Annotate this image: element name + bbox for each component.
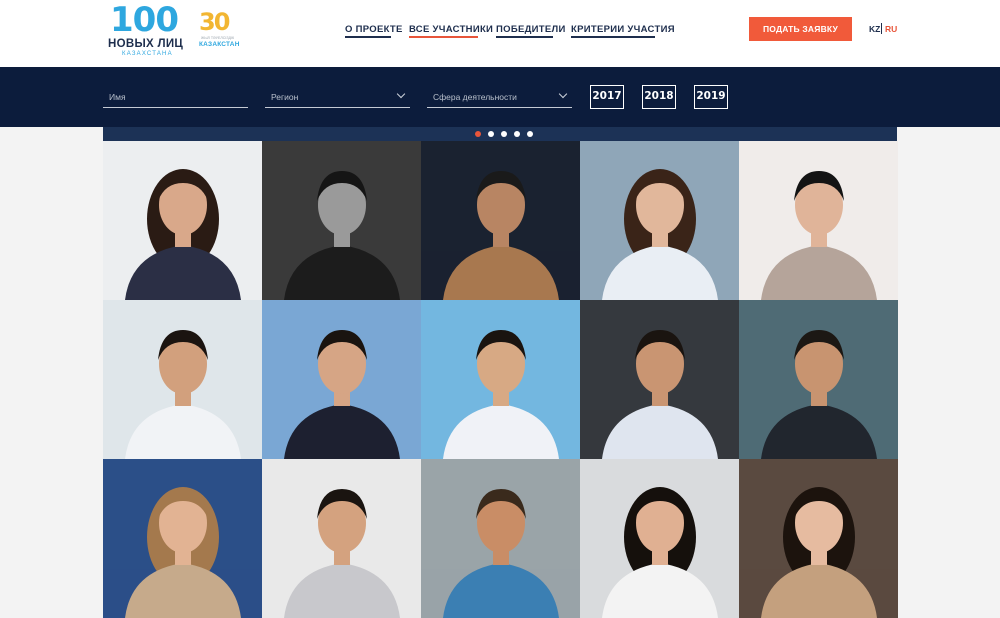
participant-portrait (262, 300, 421, 459)
nav-all-participants-underline (409, 36, 478, 38)
participant-photo-card[interactable] (262, 300, 421, 459)
chevron-down-icon (396, 89, 406, 99)
participant-portrait (103, 459, 262, 618)
participant-portrait (739, 141, 898, 300)
participant-photo-card[interactable] (262, 141, 421, 300)
participant-photo-card[interactable] (421, 300, 580, 459)
participant-photo-card[interactable] (580, 459, 739, 618)
name-filter-placeholder: Имя (109, 92, 126, 102)
participant-photo-card[interactable] (739, 141, 898, 300)
region-filter-select[interactable]: Регион (265, 88, 410, 108)
participant-portrait (421, 141, 580, 300)
nav-winners-underline (496, 36, 553, 38)
participant-photo-card[interactable] (103, 459, 262, 618)
slider-dot-2[interactable] (488, 131, 494, 137)
nav-about-underline (345, 36, 391, 38)
participant-portrait (580, 459, 739, 618)
lang-ru-link[interactable]: RU (885, 24, 897, 34)
lang-divider (881, 23, 882, 34)
logo-number: 100 (110, 0, 179, 40)
slider-dot-5[interactable] (527, 131, 533, 137)
participant-photo-card[interactable] (739, 300, 898, 459)
participant-portrait (739, 459, 898, 618)
apply-button[interactable]: ПОДАТЬ ЗАЯВКУ (749, 17, 852, 41)
participant-portrait (580, 141, 739, 300)
logo-100-new-faces[interactable]: 100 НОВЫХ ЛИЦ КАЗАХСТАНА (108, 0, 188, 58)
slider-dot-1[interactable] (475, 131, 481, 137)
lang-kz-link[interactable]: KZ (869, 24, 880, 34)
participant-photo-card[interactable] (580, 300, 739, 459)
participant-portrait (421, 459, 580, 618)
logo-title: НОВЫХ ЛИЦ (108, 38, 184, 50)
slider-dot-4[interactable] (514, 131, 520, 137)
logo-subtitle: КАЗАХСТАНА (122, 51, 173, 57)
participant-portrait (739, 300, 898, 459)
participant-portrait (103, 300, 262, 459)
participant-photo-card[interactable] (103, 141, 262, 300)
participant-photo-card[interactable] (580, 141, 739, 300)
badge-tagline: ЖЫЛ ТӘУЕЛСІЗДІК (201, 36, 235, 40)
name-filter-input[interactable]: Имя (103, 88, 248, 108)
slider-dot-3[interactable] (501, 131, 507, 137)
independence-30-badge: 30 ЖЫЛ ТӘУЕЛСІЗДІК КАЗАКСТАН (197, 8, 240, 52)
participant-portrait (262, 459, 421, 618)
nav-winners[interactable]: ПОБЕДИТЕЛИ (496, 24, 566, 35)
filter-bar: Имя Регион Сфера деятельности 2017 2018 … (0, 67, 1000, 127)
slider-strip (103, 127, 897, 141)
chevron-down-icon (558, 89, 568, 99)
participant-photo-card[interactable] (262, 459, 421, 618)
year-2019-button[interactable]: 2019 (694, 85, 728, 109)
participant-photo-card[interactable] (103, 300, 262, 459)
badge-country: КАЗАКСТАН (199, 41, 240, 48)
nav-about[interactable]: О ПРОЕКТЕ (345, 24, 403, 35)
participant-portrait (262, 141, 421, 300)
participant-photo-card[interactable] (739, 459, 898, 618)
sphere-filter-select[interactable]: Сфера деятельности (427, 88, 572, 108)
participant-portrait (421, 300, 580, 459)
year-2018-button[interactable]: 2018 (642, 85, 676, 109)
participant-portrait (580, 300, 739, 459)
participant-photo-card[interactable] (421, 459, 580, 618)
site-header: 100 НОВЫХ ЛИЦ КАЗАХСТАНА 30 ЖЫЛ ТӘУЕЛСІЗ… (0, 0, 1000, 67)
nav-criteria[interactable]: КРИТЕРИИ УЧАСТИЯ (571, 24, 675, 35)
participant-portrait (103, 141, 262, 300)
region-filter-label: Регион (271, 92, 299, 102)
sphere-filter-label: Сфера деятельности (433, 92, 517, 102)
nav-all-participants[interactable]: ВСЕ УЧАСТНИКИ (409, 24, 493, 35)
badge-number: 30 (199, 8, 230, 36)
nav-criteria-underline (571, 36, 655, 38)
year-2017-button[interactable]: 2017 (590, 85, 624, 109)
participants-grid (103, 141, 898, 618)
participant-photo-card[interactable] (421, 141, 580, 300)
